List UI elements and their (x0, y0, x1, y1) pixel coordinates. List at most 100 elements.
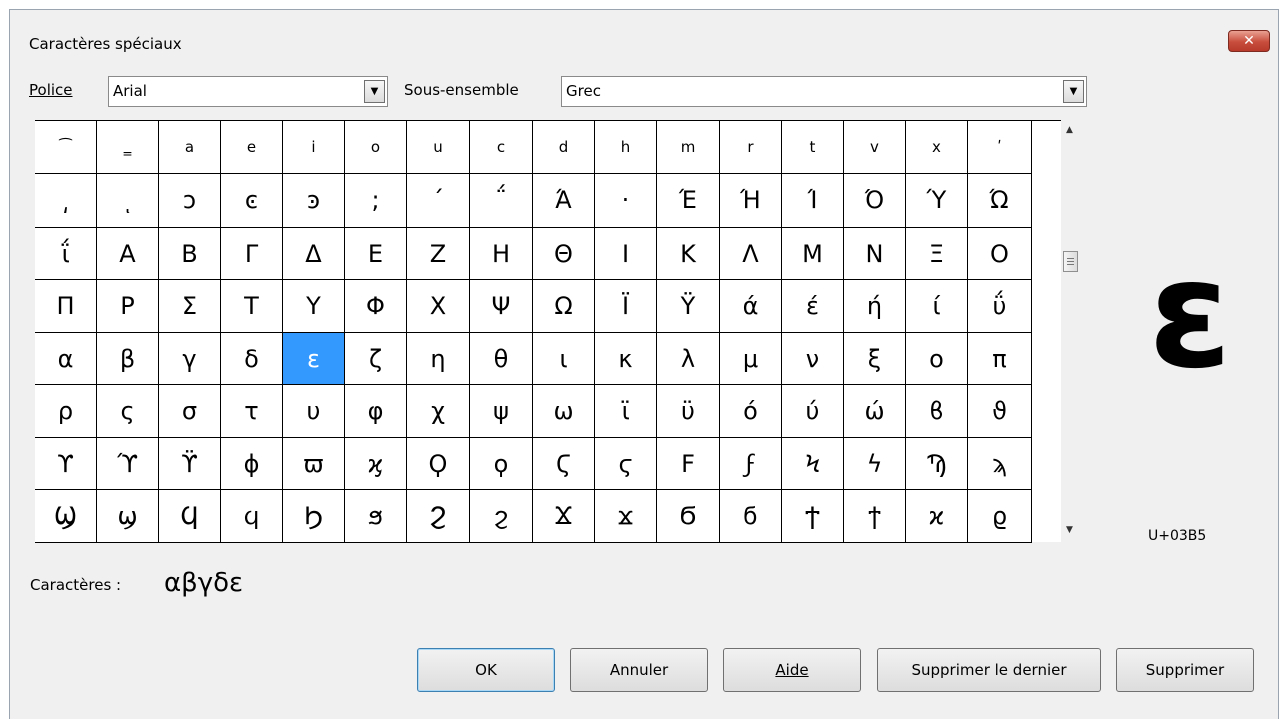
char-cell[interactable]: e (221, 121, 283, 174)
font-select[interactable]: Arial ▼ (108, 76, 388, 107)
subset-select[interactable]: Grec ▼ (561, 76, 1087, 107)
char-cell[interactable]: υ (283, 385, 345, 438)
char-cell[interactable]: Κ (657, 228, 720, 280)
char-cell[interactable]: δ (221, 333, 283, 385)
ok-button[interactable]: OK (417, 648, 555, 692)
char-cell[interactable]: Γ (221, 228, 283, 280)
char-cell[interactable]: Ο (968, 228, 1032, 280)
char-cell[interactable]: Ϯ (782, 490, 844, 543)
char-cell[interactable]: ϒ (35, 438, 97, 490)
char-cell[interactable]: ϙ (470, 438, 533, 490)
char-cell[interactable]: ΄ (407, 174, 470, 228)
char-cell[interactable]: Ϡ (906, 438, 968, 490)
char-cell[interactable]: ή (844, 280, 906, 333)
char-cell[interactable]: c (470, 121, 533, 174)
char-cell[interactable]: ϫ (595, 490, 657, 543)
char-cell[interactable]: Ϋ (657, 280, 720, 333)
char-cell[interactable]: ϰ (906, 490, 968, 543)
char-cell[interactable]: Ρ (97, 280, 159, 333)
char-cell[interactable]: i (283, 121, 345, 174)
char-cell[interactable]: Β (159, 228, 221, 280)
char-cell[interactable]: o (345, 121, 407, 174)
char-cell[interactable]: ί (906, 280, 968, 333)
char-cell[interactable]: x (906, 121, 968, 174)
char-cell[interactable]: Ν (844, 228, 906, 280)
char-cell[interactable]: Χ (407, 280, 470, 333)
char-cell[interactable]: r (720, 121, 782, 174)
char-cell[interactable]: u (407, 121, 470, 174)
char-cell[interactable]: m (657, 121, 720, 174)
char-cell[interactable]: ϑ (968, 385, 1032, 438)
character-grid[interactable]: ⁀ ‗ a e i o u c d h m r t v x ʹ ͵ ͺ ͻ ͼ ͽ; ΄ ΅ Ά · Έ Ή Ί Ό Ύ Ώΐ Α Β Γ Δ Ε Ζ Η… (35, 120, 1061, 543)
char-cell[interactable]: ϩ (470, 490, 533, 543)
char-cell[interactable]: ο (906, 333, 968, 385)
cancel-button[interactable]: Annuler (570, 648, 708, 692)
char-cell[interactable]: ρ (35, 385, 97, 438)
char-cell[interactable]: ϛ (595, 438, 657, 490)
char-cell[interactable]: ϧ (345, 490, 407, 543)
char-cell[interactable]: Έ (657, 174, 720, 228)
char-cell[interactable]: ά (720, 280, 782, 333)
char-cell[interactable]: ω (533, 385, 595, 438)
delete-last-button[interactable]: Supprimer le dernier (877, 648, 1101, 692)
char-cell[interactable]: Ϛ (533, 438, 595, 490)
char-cell[interactable]: Ξ (906, 228, 968, 280)
char-cell[interactable]: ϕ (221, 438, 283, 490)
char-cell[interactable]: φ (345, 385, 407, 438)
char-cell[interactable]: ϟ (844, 438, 906, 490)
char-cell[interactable]: ϖ (283, 438, 345, 490)
char-cell[interactable]: d (533, 121, 595, 174)
char-cell[interactable]: Ε (345, 228, 407, 280)
char-cell[interactable]: γ (159, 333, 221, 385)
char-cell[interactable]: π (968, 333, 1032, 385)
char-cell[interactable]: Η (470, 228, 533, 280)
char-cell[interactable]: ͽ (283, 174, 345, 228)
char-cell[interactable]: ώ (844, 385, 906, 438)
char-cell[interactable]: Μ (782, 228, 844, 280)
char-cell[interactable]: Ό (844, 174, 906, 228)
scroll-up-arrow-icon[interactable]: ▲ (1066, 125, 1073, 135)
char-cell[interactable]: ύ (782, 385, 844, 438)
char-cell[interactable]: h (595, 121, 657, 174)
char-cell[interactable]: ϯ (844, 490, 906, 543)
char-cell[interactable]: ϝ (720, 438, 782, 490)
chevron-down-icon[interactable]: ▼ (1063, 80, 1084, 103)
char-cell[interactable]: έ (782, 280, 844, 333)
char-cell[interactable]: ΅ (470, 174, 533, 228)
char-cell[interactable]: Ϩ (407, 490, 470, 543)
char-cell[interactable]: v (844, 121, 906, 174)
char-cell[interactable]: Ϭ (657, 490, 720, 543)
char-cell[interactable]: t (782, 121, 844, 174)
char-cell[interactable]: Ϟ (782, 438, 844, 490)
char-cell[interactable]: Ϧ (283, 490, 345, 543)
char-cell[interactable]: ‗ (97, 121, 159, 174)
char-cell[interactable]: Ϫ (533, 490, 595, 543)
char-cell[interactable]: Ϣ (35, 490, 97, 543)
char-cell[interactable]: Π (35, 280, 97, 333)
char-cell[interactable]: Ζ (407, 228, 470, 280)
char-cell[interactable]: μ (720, 333, 782, 385)
close-button[interactable]: ✕ (1228, 30, 1270, 52)
char-cell[interactable]: Ϝ (657, 438, 720, 490)
char-cell[interactable]: Ω (533, 280, 595, 333)
char-cell[interactable]: ι (533, 333, 595, 385)
char-cell[interactable]: ϊ (595, 385, 657, 438)
char-cell[interactable]: Λ (720, 228, 782, 280)
chevron-down-icon[interactable]: ▼ (364, 80, 385, 103)
char-cell[interactable]: ϣ (97, 490, 159, 543)
char-cell[interactable]: Υ (283, 280, 345, 333)
char-cell[interactable]: ϱ (968, 490, 1032, 543)
char-cell[interactable]: ν (782, 333, 844, 385)
char-cell[interactable]: a (159, 121, 221, 174)
char-cell[interactable]: Ί (782, 174, 844, 228)
char-cell[interactable]: · (595, 174, 657, 228)
char-cell[interactable]: ͺ (97, 174, 159, 228)
char-cell[interactable]: ϋ (657, 385, 720, 438)
delete-button[interactable]: Supprimer (1116, 648, 1254, 692)
char-cell[interactable]: Σ (159, 280, 221, 333)
scrollbar-thumb[interactable] (1063, 251, 1078, 272)
char-cell[interactable]: η (407, 333, 470, 385)
char-cell[interactable]: Θ (533, 228, 595, 280)
char-cell[interactable]: ; (345, 174, 407, 228)
char-cell[interactable]: ͼ (221, 174, 283, 228)
